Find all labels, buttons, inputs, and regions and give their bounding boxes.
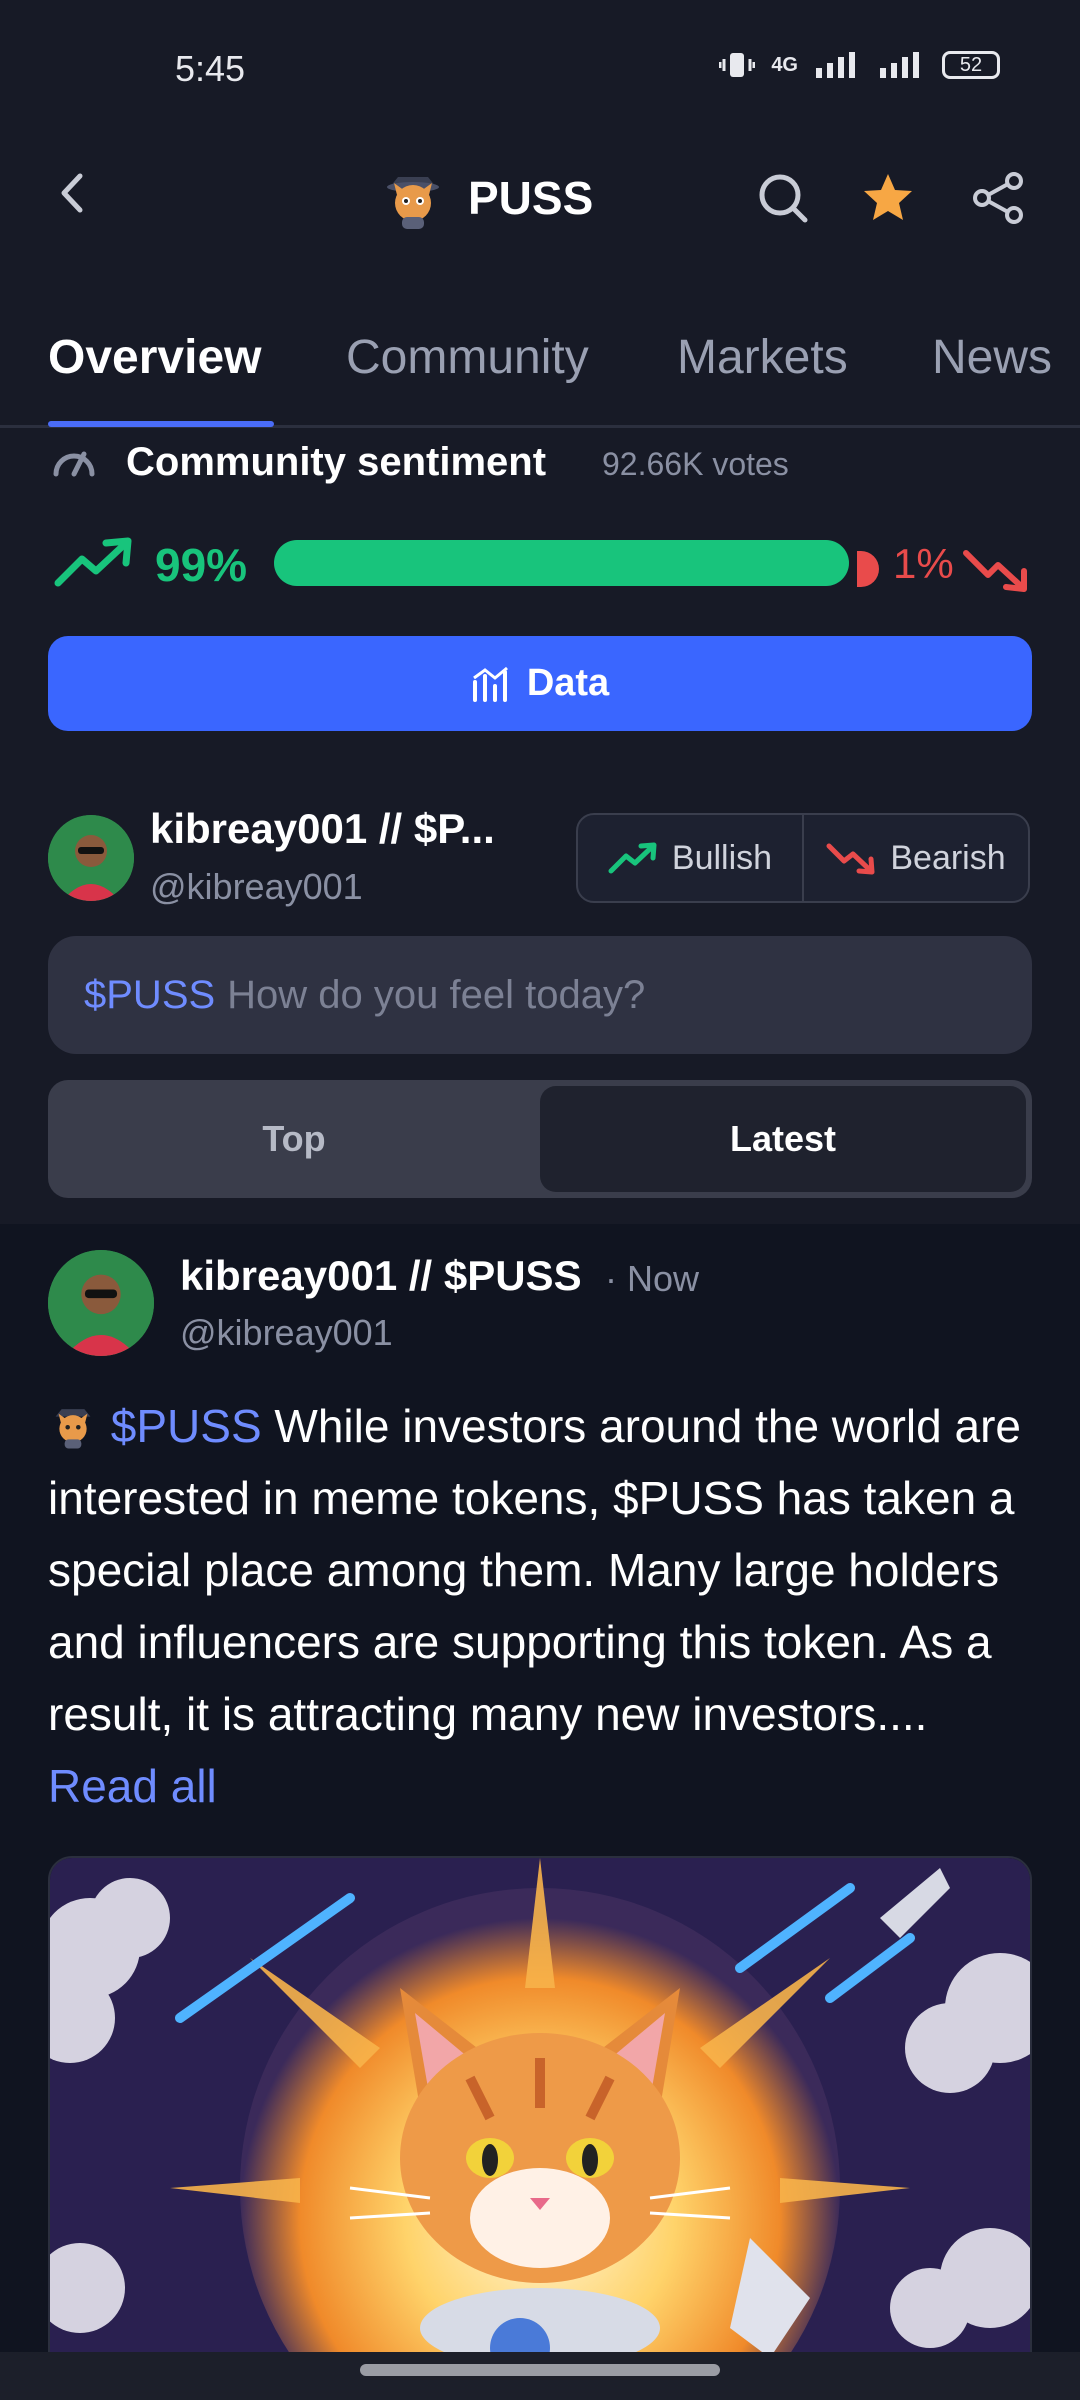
tab-community[interactable]: Community [346, 330, 589, 385]
network-label: 4G [771, 53, 798, 76]
composer-user-name: kibreay001 // $P... [150, 805, 495, 852]
sentiment-title: Community sentiment [126, 440, 547, 484]
puss-logo-icon [55, 1409, 91, 1449]
sort-toggle: Top Latest [48, 1080, 1032, 1198]
bullish-label: Bullish [671, 838, 773, 877]
post-tag[interactable]: $PUSS [111, 1400, 262, 1452]
signal-icon-2 [880, 52, 919, 78]
composer-placeholder: How do you feel today? [227, 972, 646, 1017]
read-all-link[interactable]: Read all [48, 1760, 217, 1812]
trend-up-icon [608, 842, 657, 874]
share-icon[interactable] [970, 170, 1026, 226]
sort-latest-button[interactable]: Latest [540, 1086, 1026, 1192]
sentiment-votes: 92.66K votes [602, 446, 789, 482]
battery-level: 52 [959, 53, 983, 76]
star-icon[interactable] [860, 170, 916, 226]
avatar-image [48, 1250, 154, 1356]
vibrate-icon [719, 53, 756, 77]
data-button[interactable]: Data [48, 636, 1032, 731]
chart-icon [472, 666, 508, 702]
bearish-button[interactable]: Bearish [802, 815, 1028, 901]
sort-top-button[interactable]: Top [54, 1086, 534, 1192]
search-icon[interactable] [755, 170, 811, 226]
bullish-button[interactable]: Bullish [578, 815, 802, 901]
bearish-bar [857, 551, 879, 587]
battery-icon: 52 [942, 51, 1000, 79]
bearish-label: Bearish [890, 838, 1006, 877]
post-time: · Now [605, 1258, 700, 1299]
signal-icon [816, 52, 855, 78]
composer-user-handle: @kibreay001 [150, 866, 363, 907]
bearish-percent: 1% [893, 540, 954, 587]
post-user-handle: @kibreay001 [180, 1312, 393, 1353]
post-image[interactable] [48, 1856, 1032, 2356]
status-time: 5:45 [175, 48, 246, 89]
tab-overview[interactable]: Overview [48, 330, 261, 385]
trend-down-icon [826, 843, 875, 875]
header-title-group: PUSS [380, 165, 593, 231]
puss-logo-icon [387, 177, 439, 229]
tab-news[interactable]: News [932, 330, 1052, 385]
trend-up-icon [54, 537, 132, 587]
post-avatar[interactable] [48, 1250, 154, 1356]
composer-tag: $PUSS [84, 972, 216, 1017]
avatar-image [48, 815, 134, 901]
gauge-icon [53, 451, 95, 477]
back-icon[interactable] [50, 170, 96, 216]
bullish-percent: 99% [155, 539, 248, 591]
data-button-label: Data [526, 662, 610, 704]
sentiment-vote-group: Bullish Bearish [576, 813, 1030, 903]
cat-astronaut-illustration [50, 1858, 1030, 2354]
navigation-bar [0, 2352, 1080, 2400]
post-text: $PUSS While investors around the world a… [48, 1390, 1038, 1822]
tab-markets[interactable]: Markets [677, 330, 848, 385]
post-user-name[interactable]: kibreay001 // $PUSS [180, 1252, 582, 1300]
bullish-bar [274, 540, 849, 586]
status-icons: 4G 52 [719, 50, 1000, 80]
home-indicator[interactable] [360, 2364, 720, 2376]
page-title: PUSS [468, 172, 594, 224]
tab-bar: Overview Community Markets News [0, 320, 1080, 428]
active-tab-indicator [48, 421, 274, 427]
trend-down-icon [963, 550, 1027, 592]
post-composer-input[interactable]: $PUSS How do you feel today? [48, 936, 1032, 1054]
avatar[interactable] [48, 815, 134, 901]
